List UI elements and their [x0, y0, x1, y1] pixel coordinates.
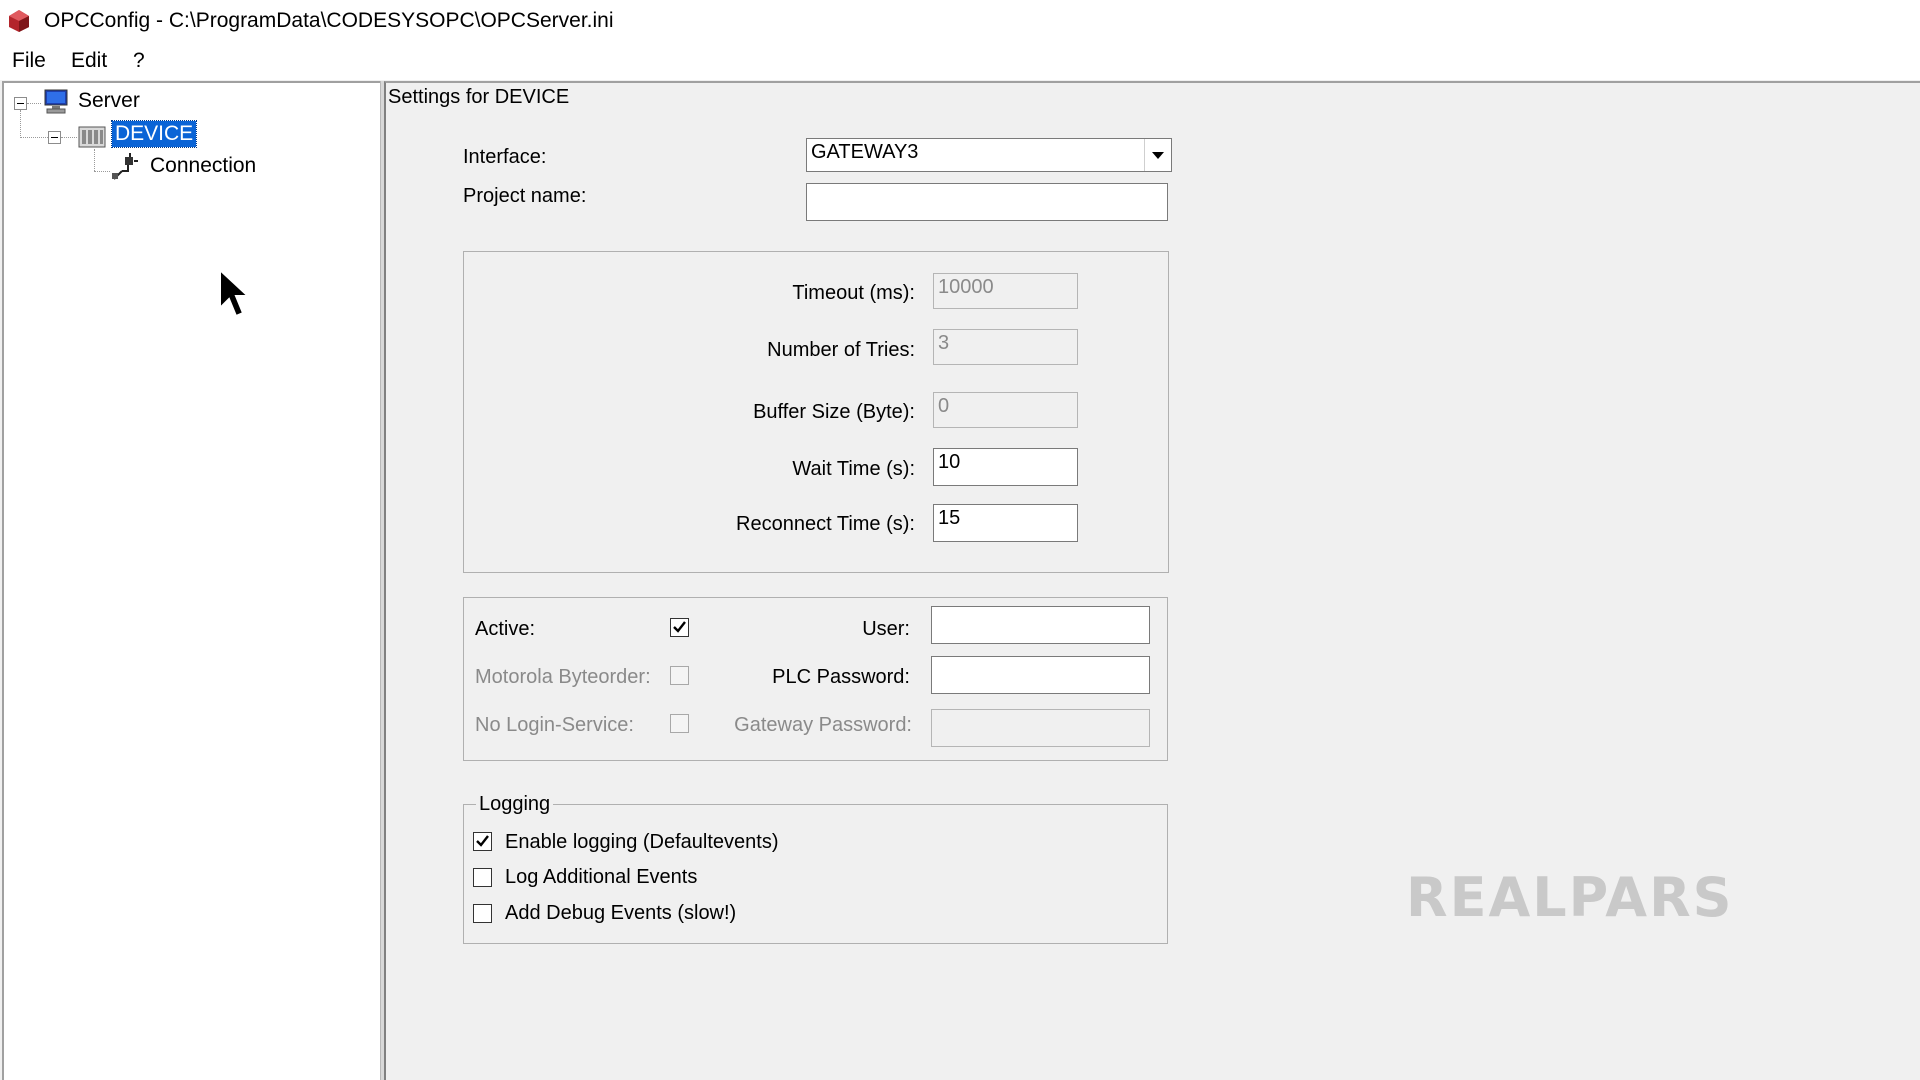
interface-select[interactable]: GATEWAY3 [806, 138, 1172, 172]
timeout-input[interactable]: 10000 [933, 273, 1078, 309]
wait-time-label: Wait Time (s): [792, 458, 915, 480]
watermark-logo: REALPARS [1406, 866, 1734, 929]
menu-help[interactable]: ? [133, 49, 145, 73]
gateway-password-input[interactable] [931, 709, 1150, 747]
log-additional-events-checkbox[interactable] [473, 868, 492, 887]
menu-bar: File Edit ? [0, 42, 1920, 80]
buffer-size-label: Buffer Size (Byte): [753, 401, 915, 423]
tree-item-device[interactable]: DEVICE [110, 120, 198, 148]
number-of-tries-input[interactable]: 3 [933, 329, 1078, 365]
add-debug-events-label: Add Debug Events (slow!) [505, 902, 737, 924]
device-collapse-toggle[interactable] [48, 131, 61, 144]
window-title: OPCConfig - C:\ProgramData\CODESYSOPC\OP… [44, 9, 614, 32]
settings-header: Settings for DEVICE [388, 86, 570, 108]
chevron-down-icon [1152, 152, 1164, 159]
project-name-label: Project name: [463, 185, 587, 207]
buffer-size-input[interactable]: 0 [933, 392, 1078, 428]
project-name-input[interactable] [806, 183, 1168, 221]
connection-plug-icon [110, 153, 140, 189]
number-of-tries-label: Number of Tries: [767, 339, 915, 361]
server-collapse-toggle[interactable] [14, 97, 27, 110]
tree-connector [20, 110, 21, 138]
plc-password-input[interactable] [931, 656, 1150, 694]
plc-password-label: PLC Password: [772, 666, 910, 688]
tree-pane[interactable]: Server DEVICE Connection [2, 81, 380, 1080]
active-label: Active: [475, 618, 536, 640]
enable-logging-checkbox[interactable] [473, 832, 492, 851]
device-plc-icon [78, 124, 106, 156]
logging-legend: Logging [476, 793, 554, 816]
reconnect-time-input[interactable]: 15 [933, 504, 1078, 542]
no-login-service-label: No Login-Service: [475, 714, 634, 736]
active-checkbox[interactable] [670, 618, 689, 637]
mouse-cursor-icon [218, 267, 252, 326]
add-debug-events-checkbox[interactable] [473, 904, 492, 923]
menu-edit[interactable]: Edit [71, 49, 107, 73]
interface-selected-value: GATEWAY3 [811, 141, 919, 163]
app-logo-icon [6, 8, 32, 34]
gateway-password-label: Gateway Password: [734, 714, 912, 736]
wait-time-input[interactable]: 10 [933, 448, 1078, 486]
tree-connector [61, 137, 77, 138]
checkmark-icon [673, 621, 686, 633]
tree-connector [20, 137, 48, 138]
log-additional-events-label: Log Additional Events [505, 866, 698, 888]
menu-file[interactable]: File [12, 49, 46, 73]
tree-connector [94, 171, 110, 172]
user-input[interactable] [931, 606, 1150, 644]
timeout-label: Timeout (ms): [792, 282, 915, 304]
interface-label: Interface: [463, 146, 547, 168]
tree-item-connection[interactable]: Connection [150, 154, 256, 178]
motorola-byteorder-checkbox[interactable] [670, 666, 689, 685]
no-login-service-checkbox[interactable] [670, 714, 689, 733]
enable-logging-label: Enable logging (Defaultevents) [505, 831, 779, 853]
tree-item-server[interactable]: Server [78, 89, 140, 113]
server-computer-icon [42, 87, 70, 121]
tree-connector [27, 103, 41, 104]
interface-dropdown-button[interactable] [1144, 139, 1171, 171]
user-label: User: [862, 618, 910, 640]
motorola-byteorder-label: Motorola Byteorder: [475, 666, 651, 688]
checkmark-icon [476, 835, 489, 847]
reconnect-time-label: Reconnect Time (s): [736, 513, 915, 535]
title-bar: OPCConfig - C:\ProgramData\CODESYSOPC\OP… [0, 0, 1920, 42]
